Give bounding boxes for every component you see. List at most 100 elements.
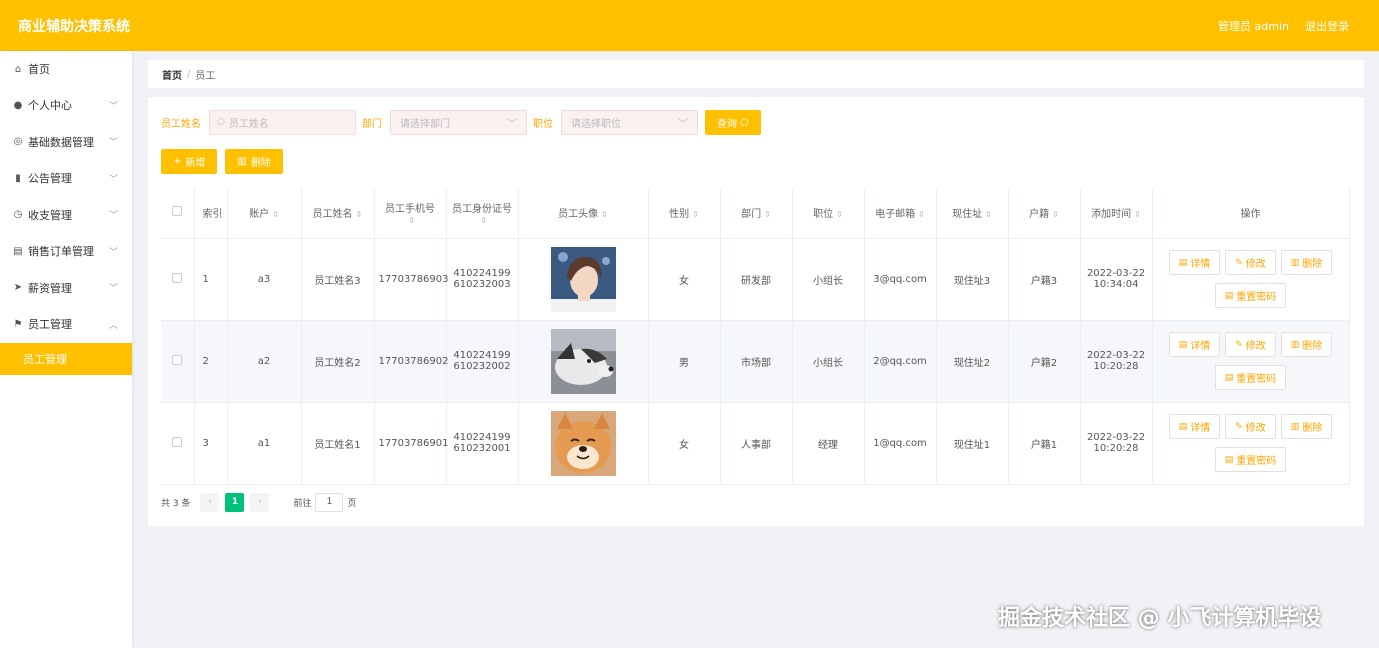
header-idcard-label: 员工身份证号 xyxy=(452,203,512,215)
sidebar-item-employees[interactable]: ⚑ 员工管理 ︿ xyxy=(0,306,132,343)
table-row[interactable]: 3 a1 员工姓名1 17703786901 41022419961023200… xyxy=(161,402,1350,485)
cell-idcard: 410224199610232003 xyxy=(446,238,519,321)
document-icon: ▤ xyxy=(1178,339,1188,350)
delete-button[interactable]: ▥ 删除 xyxy=(1280,414,1333,439)
delete-button[interactable]: ▥ 删除 xyxy=(1280,250,1333,275)
sidebar-item-sales-orders[interactable]: ▤ 销售订单管理 ﹀ xyxy=(0,233,132,270)
cell-name: 员工姓名3 xyxy=(301,238,375,321)
position-select-placeholder: 请选择职位 xyxy=(571,118,621,130)
table-row[interactable]: 1 a3 员工姓名3 17703786903 41022419961023200… xyxy=(161,238,1350,321)
reset-password-button[interactable]: ▤ 重置密码 xyxy=(1214,283,1287,308)
add-button-label: 新增 xyxy=(185,158,206,169)
header-email-label: 电子邮箱 xyxy=(875,209,916,221)
header-index: 索引 xyxy=(194,188,228,239)
cell-dept: 人事部 xyxy=(720,402,793,485)
row-select-cell[interactable] xyxy=(161,320,195,403)
detail-button[interactable]: ▤ 详情 xyxy=(1168,332,1221,357)
user-icon: ● xyxy=(13,99,23,111)
cell-account: a1 xyxy=(227,402,302,485)
edit-icon: ✎ xyxy=(1235,339,1243,350)
name-search-input[interactable]: ○ 员工姓名 xyxy=(209,109,356,135)
breadcrumb-home[interactable]: 首页 xyxy=(162,67,182,82)
header-avatar-label: 员工头像 xyxy=(558,209,599,221)
dept-select[interactable]: 请选择部门 ﹀ xyxy=(390,109,527,135)
sort-icon[interactable]: ⇕ xyxy=(408,216,415,225)
cell-gender: 女 xyxy=(648,238,721,321)
delete-label: 删除 xyxy=(1302,341,1323,352)
sort-icon[interactable]: ⇕ xyxy=(918,210,925,219)
flag-icon: ⚑ xyxy=(13,318,23,330)
header-email[interactable]: 电子邮箱 ⇕ xyxy=(864,188,937,239)
sidebar-item-notice[interactable]: ▮ 公告管理 ﹀ xyxy=(0,160,132,197)
cell-dept: 研发部 xyxy=(720,238,793,321)
row-checkbox[interactable] xyxy=(172,436,183,447)
sidebar-item-salary[interactable]: ➤ 薪资管理 ﹀ xyxy=(0,270,132,307)
trash-icon: ▥ xyxy=(1290,339,1300,350)
sidebar-item-label: 公告管理 xyxy=(28,172,72,186)
logout-link[interactable]: 退出登录 xyxy=(1305,18,1349,34)
header-avatar[interactable]: 员工头像 ⇕ xyxy=(518,188,649,239)
header-account[interactable]: 账户 ⇕ xyxy=(227,188,302,239)
sort-icon[interactable]: ⇕ xyxy=(985,210,992,219)
sidebar-item-finance[interactable]: ◷ 收支管理 ﹀ xyxy=(0,197,132,234)
cell-index: 1 xyxy=(194,238,228,321)
reset-password-button[interactable]: ▤ 重置密码 xyxy=(1214,447,1287,472)
page-number-current[interactable]: 1 xyxy=(225,492,245,512)
sort-icon[interactable]: ⇕ xyxy=(272,210,279,219)
table-header-row: 索引 账户 ⇕ 员工姓名 ⇕ 员工手机号 ⇕ 员工身份证号 ⇕ 员工头像 ⇕ 性别 ⇕ 部门… xyxy=(161,188,1350,239)
position-select[interactable]: 请选择职位 ﹀ xyxy=(561,109,698,135)
sort-icon[interactable]: ⇕ xyxy=(764,210,771,219)
reset-password-button[interactable]: ▤ 重置密码 xyxy=(1214,365,1287,390)
detail-button[interactable]: ▤ 详情 xyxy=(1168,414,1221,439)
header-name[interactable]: 员工姓名 ⇕ xyxy=(301,188,375,239)
batch-delete-button[interactable]: ▥ 删除 xyxy=(225,149,283,174)
sort-icon[interactable]: ⇕ xyxy=(1134,210,1141,219)
header-idcard[interactable]: 员工身份证号 ⇕ xyxy=(446,188,519,239)
goto-page-input[interactable]: 1 xyxy=(315,492,344,512)
cell-address: 现住址1 xyxy=(936,402,1009,485)
row-checkbox[interactable] xyxy=(172,272,183,283)
sort-icon[interactable]: ⇕ xyxy=(1052,210,1059,219)
prev-page-button[interactable]: ‹ xyxy=(200,492,220,512)
table-row[interactable]: 2 a2 员工姓名2 17703786902 41022419961023200… xyxy=(161,320,1350,403)
row-select-cell[interactable] xyxy=(161,238,195,321)
delete-button[interactable]: ▥ 删除 xyxy=(1280,332,1333,357)
sidebar-subitem-employee-management[interactable]: 员工管理 xyxy=(0,342,132,375)
query-button[interactable]: 查询 ○ xyxy=(705,109,761,135)
page-suffix: 页 xyxy=(347,498,357,509)
edit-button[interactable]: ✎ 修改 xyxy=(1225,414,1276,439)
edit-button[interactable]: ✎ 修改 xyxy=(1225,250,1276,275)
next-page-button[interactable]: › xyxy=(250,492,270,512)
sort-icon[interactable]: ⇕ xyxy=(480,216,487,225)
header-gender[interactable]: 性别 ⇕ xyxy=(648,188,721,239)
cell-account: a3 xyxy=(227,238,302,321)
sidebar-item-profile[interactable]: ● 个人中心 ﹀ xyxy=(0,87,132,124)
document-icon: ▤ xyxy=(1178,257,1188,268)
sort-icon[interactable]: ⇕ xyxy=(836,210,843,219)
edit-label: 修改 xyxy=(1245,423,1266,434)
header-added[interactable]: 添加时间 ⇕ xyxy=(1080,188,1153,239)
sidebar-item-basic-data[interactable]: ◎ 基础数据管理 ﹀ xyxy=(0,124,132,161)
sort-icon[interactable]: ⇕ xyxy=(692,210,699,219)
header-address[interactable]: 现住址 ⇕ xyxy=(936,188,1009,239)
row-actions: ▤ 详情 ✎ 修改 ▥ 删除 ▤ 重置密码 xyxy=(1157,332,1345,390)
chevron-down-icon: ﹀ xyxy=(108,247,118,258)
trash-icon: ▥ xyxy=(237,156,247,167)
query-button-label: 查询 xyxy=(717,118,737,130)
header-position[interactable]: 职位 ⇕ xyxy=(792,188,865,239)
sort-icon[interactable]: ⇕ xyxy=(601,210,608,219)
add-button[interactable]: + 新增 xyxy=(161,149,218,174)
row-select-cell[interactable] xyxy=(161,402,195,485)
sort-icon[interactable]: ⇕ xyxy=(356,210,363,219)
select-all-cell[interactable] xyxy=(161,188,195,239)
detail-button[interactable]: ▤ 详情 xyxy=(1168,250,1221,275)
search-icon: ○ xyxy=(740,116,749,128)
sidebar-item-label: 薪资管理 xyxy=(28,281,72,295)
header-hukou[interactable]: 户籍 ⇕ xyxy=(1008,188,1081,239)
header-dept[interactable]: 部门 ⇕ xyxy=(720,188,793,239)
sidebar-item-home[interactable]: ⌂ 首页 xyxy=(0,51,132,87)
header-phone[interactable]: 员工手机号 ⇕ xyxy=(374,188,447,239)
edit-button[interactable]: ✎ 修改 xyxy=(1225,332,1276,357)
row-checkbox[interactable] xyxy=(172,354,183,365)
select-all-checkbox[interactable] xyxy=(172,206,183,217)
